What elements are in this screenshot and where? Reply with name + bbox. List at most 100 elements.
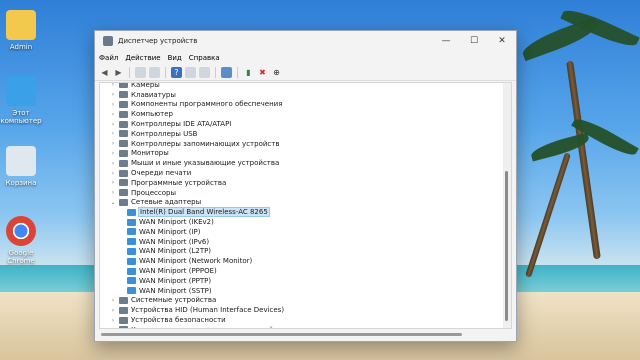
menu-bar: Файл Действие Вид Справка <box>95 51 516 65</box>
tree-category[interactable]: › Устройства безопасности <box>100 315 501 325</box>
network-adapter-icon <box>127 218 136 226</box>
tree-device-item[interactable]: WAN Miniport (PPTP) <box>100 276 501 286</box>
device-category-icon <box>119 198 128 206</box>
chevron-right-icon[interactable]: › <box>109 140 117 147</box>
device-category-icon <box>119 159 128 167</box>
tree-category[interactable]: › Компоненты программного обеспечения <box>100 100 501 110</box>
tree-device-item[interactable]: WAN Miniport (PPPOE) <box>100 266 501 276</box>
chevron-right-icon[interactable]: › <box>109 150 117 157</box>
tree-category-label: Программные устройства <box>131 178 227 187</box>
menu-file[interactable]: Файл <box>99 54 118 62</box>
desktop-icon-this-pc[interactable]: Этот компьютер <box>0 76 48 125</box>
desktop-icon-recycle-bin[interactable]: Корзина <box>0 146 48 187</box>
menu-help[interactable]: Справка <box>189 54 220 62</box>
menu-action[interactable]: Действие <box>125 54 160 62</box>
enable-icon[interactable]: ▮ <box>243 67 254 78</box>
tree-device-item[interactable]: WAN Miniport (IPv6) <box>100 237 501 247</box>
chevron-right-icon[interactable]: › <box>109 160 117 167</box>
tree-category[interactable]: › Программные устройства <box>100 178 501 188</box>
chevron-right-icon[interactable]: › <box>109 297 117 304</box>
properties-icon[interactable] <box>135 67 146 78</box>
tree-category-label: Клавиатуры <box>131 90 176 99</box>
network-adapter-icon <box>127 257 136 265</box>
title-bar[interactable]: Диспетчер устройств — ☐ ✕ <box>95 31 516 51</box>
toolbar-divider <box>237 67 238 78</box>
tree-device-item[interactable]: WAN Miniport (Network Monitor) <box>100 256 501 266</box>
network-adapter-icon <box>127 208 136 216</box>
tree-category[interactable]: › Клавиатуры <box>100 90 501 100</box>
tree-category-label: Компоненты программного обеспечения <box>131 100 283 109</box>
update-icon[interactable] <box>185 67 196 78</box>
desktop-icon-label: Корзина <box>5 179 37 187</box>
network-adapter-icon <box>127 277 136 285</box>
device-category-icon <box>119 91 128 99</box>
device-category-icon <box>119 140 128 148</box>
uninstall-icon[interactable]: ✖ <box>257 67 268 78</box>
device-manager-icon <box>103 36 113 46</box>
tree-category[interactable]: › Контроллеры USB <box>100 129 501 139</box>
tree-category[interactable]: › Контроллеры запоминающих устройств <box>100 139 501 149</box>
chevron-down-icon[interactable]: ⌄ <box>109 199 117 206</box>
minimize-button[interactable]: — <box>432 31 460 51</box>
download-icon[interactable]: ⊕ <box>271 67 282 78</box>
chevron-right-icon[interactable]: › <box>109 101 117 108</box>
maximize-button[interactable]: ☐ <box>460 31 488 51</box>
tree-category-label: Устройства безопасности <box>131 316 226 325</box>
tree-device-item[interactable]: WAN Miniport (IKEv2) <box>100 217 501 227</box>
desktop-icon-chrome[interactable]: Google Chrome <box>0 216 48 265</box>
chevron-right-icon[interactable]: › <box>109 111 117 118</box>
tree-category[interactable]: › Системные устройства <box>100 296 501 306</box>
forward-icon[interactable]: ▶ <box>113 67 124 78</box>
scrollbar-thumb[interactable] <box>505 171 508 321</box>
desktop-icon-admin[interactable]: Admin <box>0 10 48 51</box>
device-category-icon <box>119 83 128 89</box>
back-icon[interactable]: ◀ <box>99 67 110 78</box>
tree-device-item[interactable]: WAN Miniport (SSTP) <box>100 286 501 296</box>
tree-category-label: Хост-адаптеры запоминающих устройств <box>131 326 285 328</box>
computer-icon <box>6 76 36 106</box>
tree-device-label: WAN Miniport (IKEv2) <box>139 218 214 227</box>
tree-device-label: WAN Miniport (PPPOE) <box>139 267 217 276</box>
tree-category[interactable]: › Мыши и иные указывающие устройства <box>100 158 501 168</box>
scan-icon[interactable] <box>199 67 210 78</box>
tree-category-label: Устройства HID (Human Interface Devices) <box>131 306 285 315</box>
tree-category[interactable]: › Камеры <box>100 83 501 90</box>
chevron-right-icon[interactable]: › <box>109 179 117 186</box>
chevron-right-icon[interactable]: › <box>109 189 117 196</box>
chevron-right-icon[interactable]: › <box>109 121 117 128</box>
chevron-right-icon[interactable]: › <box>109 130 117 137</box>
chevron-right-icon[interactable]: › <box>109 326 117 328</box>
scrollbar-thumb[interactable] <box>101 333 462 336</box>
device-tree: › Камеры › Клавиатуры › Компоненты программно… <box>99 82 512 329</box>
close-button[interactable]: ✕ <box>488 31 516 51</box>
tree-category[interactable]: › Устройства HID (Human Interface Devices… <box>100 305 501 315</box>
tree-category-label: Контроллеры запоминающих устройств <box>131 139 280 148</box>
tree-category[interactable]: › Процессоры <box>100 188 501 198</box>
tree-device-label: WAN Miniport (PPTP) <box>139 276 212 285</box>
tree-device-label: WAN Miniport (IPv6) <box>139 237 210 246</box>
tree-category[interactable]: › Мониторы <box>100 149 501 159</box>
chevron-right-icon[interactable]: › <box>109 91 117 98</box>
chevron-right-icon[interactable]: › <box>109 307 117 314</box>
device-category-icon <box>119 110 128 118</box>
monitor-icon[interactable] <box>221 67 232 78</box>
tree-category-label: Мониторы <box>131 149 169 158</box>
tree-category[interactable]: › Контроллеры IDE ATA/ATAPI <box>100 119 501 129</box>
chevron-right-icon[interactable]: › <box>109 317 117 324</box>
device-category-icon <box>119 149 128 157</box>
tree-category[interactable]: › Хост-адаптеры запоминающих устройств <box>100 325 501 328</box>
tree-device-item[interactable]: WAN Miniport (IP) <box>100 227 501 237</box>
menu-view[interactable]: Вид <box>168 54 182 62</box>
tree-category[interactable]: › Очереди печати <box>100 168 501 178</box>
horizontal-scrollbar[interactable] <box>99 331 512 338</box>
tree-device-item[interactable]: Intel(R) Dual Band Wireless-AC 8265 <box>100 207 501 218</box>
tree-category[interactable]: ⌄ Сетевые адаптеры <box>100 198 501 208</box>
vertical-scrollbar[interactable] <box>503 83 511 328</box>
window-title: Диспетчер устройств <box>118 37 198 45</box>
tree-device-item[interactable]: WAN Miniport (L2TP) <box>100 247 501 257</box>
tree-category[interactable]: › Компьютер <box>100 109 501 119</box>
chevron-right-icon[interactable]: › <box>109 170 117 177</box>
chevron-right-icon[interactable]: › <box>109 83 117 88</box>
list-icon[interactable] <box>149 67 160 78</box>
help-icon[interactable]: ? <box>171 67 182 78</box>
